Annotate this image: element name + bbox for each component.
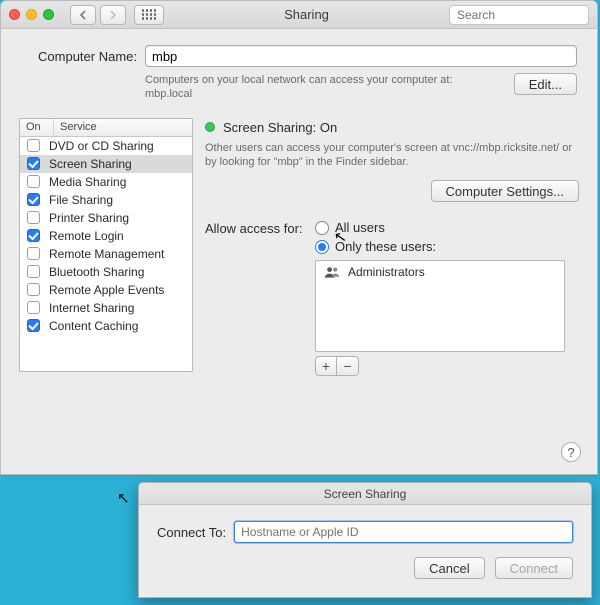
close-window-button[interactable]	[9, 9, 20, 20]
search-field[interactable]	[449, 5, 589, 25]
services-header: On Service	[20, 119, 192, 137]
back-button[interactable]	[70, 5, 96, 25]
service-checkbox[interactable]	[27, 319, 40, 332]
chevron-left-icon	[79, 10, 87, 20]
dialog-title: Screen Sharing	[139, 483, 591, 505]
computer-name-input[interactable]	[145, 45, 577, 67]
traffic-lights	[9, 9, 54, 20]
service-checkbox[interactable]	[27, 265, 40, 278]
radio-icon	[315, 221, 329, 235]
user-name: Administrators	[348, 265, 425, 279]
service-label: Remote Apple Events	[49, 283, 164, 297]
service-label: Content Caching	[49, 319, 138, 333]
service-label: Printer Sharing	[49, 211, 129, 225]
zoom-window-button[interactable]	[43, 9, 54, 20]
chevron-right-icon	[109, 10, 117, 20]
service-row[interactable]: DVD or CD Sharing	[20, 137, 192, 155]
service-label: Remote Login	[49, 229, 124, 243]
connect-to-input[interactable]	[234, 521, 573, 543]
services-table[interactable]: On Service DVD or CD Sharing Screen Shari…	[19, 118, 193, 372]
service-checkbox[interactable]	[27, 157, 40, 170]
service-label: Media Sharing	[49, 175, 126, 189]
users-group-icon	[324, 265, 340, 279]
service-row[interactable]: Screen Sharing	[20, 155, 192, 173]
radio-only-these-users[interactable]: Only these users:	[315, 239, 436, 254]
list-item[interactable]: Administrators	[316, 261, 564, 283]
service-row[interactable]: Media Sharing	[20, 173, 192, 191]
help-button[interactable]: ?	[561, 442, 581, 462]
service-checkbox[interactable]	[27, 301, 40, 314]
edit-hostname-button[interactable]: Edit...	[514, 73, 577, 95]
nav-buttons	[70, 5, 126, 25]
window-title: Sharing	[172, 7, 441, 22]
service-checkbox[interactable]	[27, 193, 40, 206]
service-checkbox[interactable]	[27, 247, 40, 260]
search-input[interactable]	[457, 8, 600, 22]
service-row[interactable]: Remote Apple Events	[20, 281, 192, 299]
service-label: Screen Sharing	[49, 157, 132, 171]
service-detail-pane: Screen Sharing: On Other users can acces…	[205, 118, 579, 377]
allowed-users-list[interactable]: Administrators	[315, 260, 565, 352]
cursor-icon: ↖︎	[117, 489, 130, 507]
col-on-header: On	[20, 119, 54, 136]
col-service-header: Service	[54, 119, 192, 136]
service-checkbox[interactable]	[27, 229, 40, 242]
connect-to-label: Connect To:	[157, 525, 226, 540]
screen-sharing-connect-dialog: Screen Sharing Connect To: Cancel Connec…	[138, 482, 592, 598]
service-checkbox[interactable]	[27, 175, 40, 188]
service-label: Remote Management	[49, 247, 164, 261]
service-row[interactable]: Remote Management	[20, 245, 192, 263]
computer-settings-button[interactable]: Computer Settings...	[431, 180, 580, 202]
show-all-button[interactable]	[134, 5, 164, 25]
remove-user-button[interactable]: −	[337, 356, 359, 376]
cancel-button[interactable]: Cancel	[414, 557, 484, 579]
radio-icon	[315, 240, 329, 254]
forward-button[interactable]	[100, 5, 126, 25]
computer-name-label: Computer Name:	[21, 49, 137, 64]
service-checkbox[interactable]	[27, 211, 40, 224]
radio-label: All users	[335, 220, 385, 235]
status-hint: Other users can access your computer's s…	[205, 141, 579, 171]
add-user-button[interactable]: +	[315, 356, 337, 376]
service-checkbox[interactable]	[27, 139, 40, 152]
grid-icon	[142, 9, 157, 20]
minimize-window-button[interactable]	[26, 9, 37, 20]
allow-access-label: Allow access for:	[205, 220, 309, 236]
service-checkbox[interactable]	[27, 283, 40, 296]
service-label: DVD or CD Sharing	[49, 139, 154, 153]
status-label: Screen Sharing: On	[223, 120, 337, 135]
connect-button[interactable]: Connect	[495, 557, 573, 579]
service-row[interactable]: Internet Sharing	[20, 299, 192, 317]
service-row[interactable]: File Sharing	[20, 191, 192, 209]
titlebar: Sharing	[1, 1, 597, 29]
radio-label: Only these users:	[335, 239, 436, 254]
service-row[interactable]: Remote Login	[20, 227, 192, 245]
status-indicator-icon	[205, 122, 215, 132]
computer-name-hint: Computers on your local network can acce…	[145, 73, 506, 102]
radio-all-users[interactable]: All users	[315, 220, 436, 235]
service-row[interactable]: Content Caching	[20, 317, 192, 335]
service-row[interactable]: Bluetooth Sharing	[20, 263, 192, 281]
service-label: Internet Sharing	[49, 301, 134, 315]
sharing-preferences-window: Sharing Computer Name: Computers on your…	[0, 0, 598, 475]
service-label: Bluetooth Sharing	[49, 265, 144, 279]
service-row[interactable]: Printer Sharing	[20, 209, 192, 227]
service-label: File Sharing	[49, 193, 113, 207]
